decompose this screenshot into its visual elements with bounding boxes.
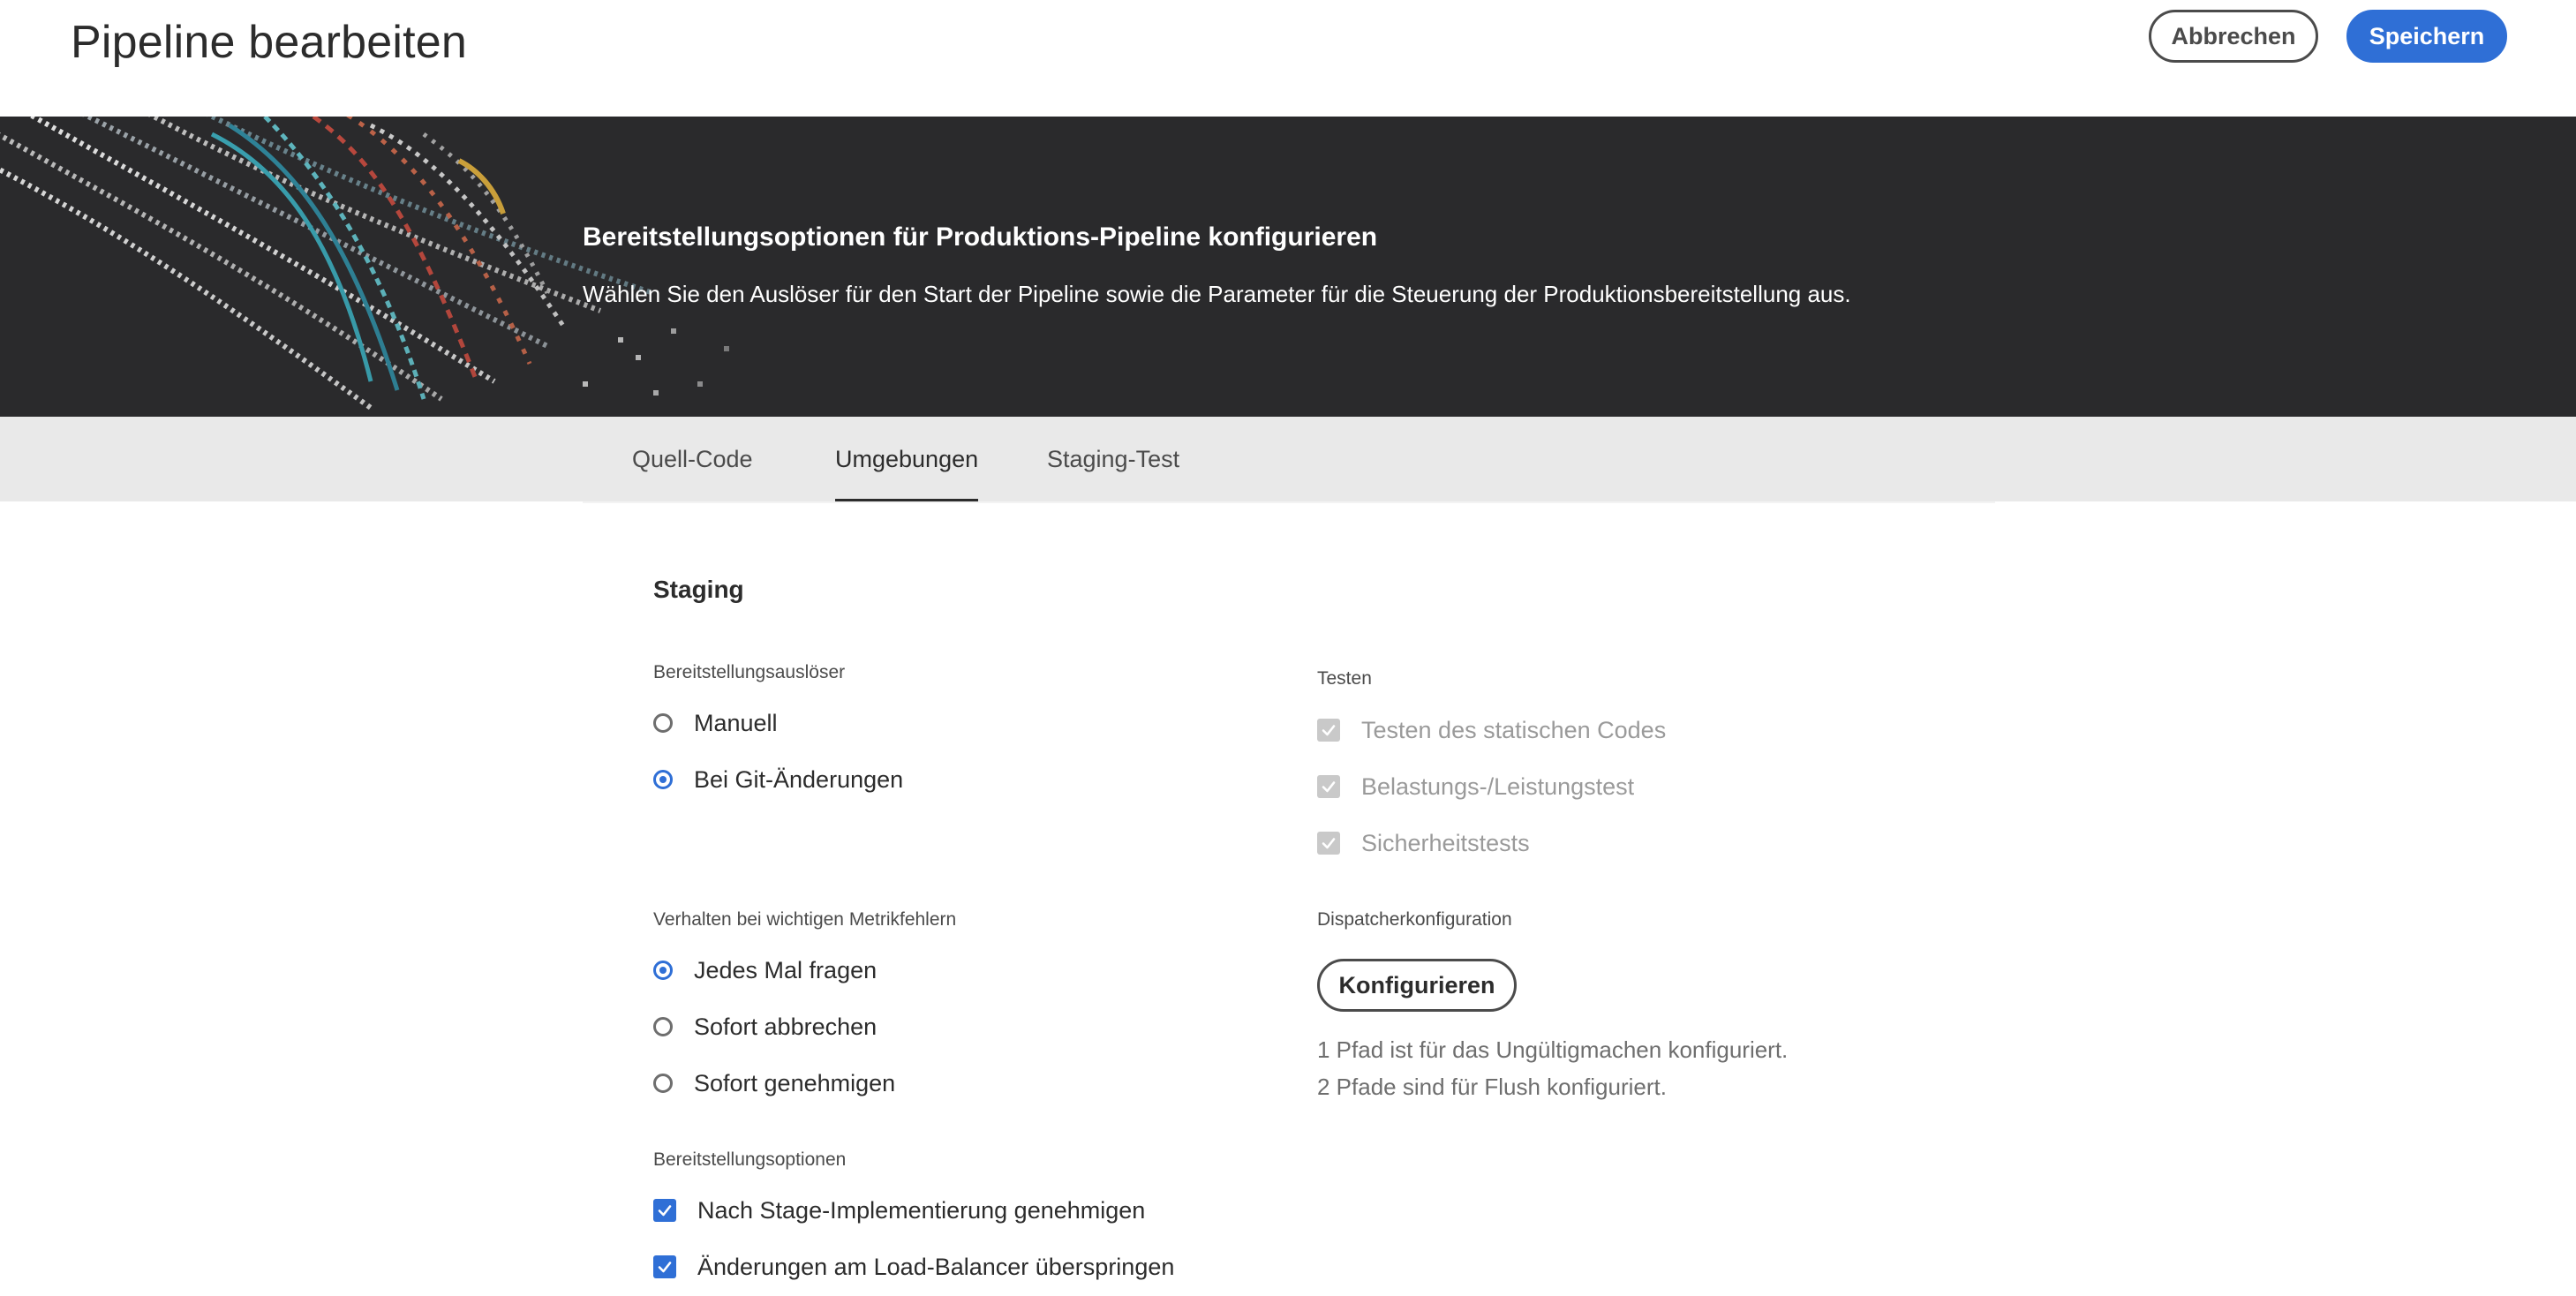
testing-label: Testen xyxy=(1317,668,1372,689)
hero-banner: Bereitstellungsoptionen für Produktions-… xyxy=(0,117,2576,417)
checkbox-skip-load-balancer[interactable]: Änderungen am Load-Balancer überspringen xyxy=(653,1249,1174,1285)
checkbox-label: Nach Stage-Implementierung genehmigen xyxy=(697,1196,1146,1224)
checkbox-box-disabled xyxy=(1317,719,1340,742)
radio-circle[interactable] xyxy=(653,1074,673,1093)
page-header: Pipeline bearbeiten Abbrechen Speichern xyxy=(0,0,2576,117)
tab-quell-code[interactable]: Quell-Code xyxy=(632,417,753,501)
radio-circle[interactable] xyxy=(653,713,673,733)
radio-label: Sofort genehmigen xyxy=(694,1069,896,1096)
checkbox-static-code-test: Testen des statischen Codes xyxy=(1317,712,1666,748)
checkbox-security-tests: Sicherheitstests xyxy=(1317,825,1530,861)
radio-label: Jedes Mal fragen xyxy=(694,956,877,983)
trigger-label: Bereitstellungsauslöser xyxy=(653,662,846,682)
hero-title: Bereitstellungsoptionen für Produktions-… xyxy=(583,222,1378,252)
section-title: Staging xyxy=(653,576,744,603)
radio-cancel-immediately[interactable]: Sofort abbrechen xyxy=(653,1009,877,1044)
radio-circle-selected[interactable] xyxy=(653,770,673,789)
radio-label: Manuell xyxy=(694,709,778,736)
checkmark-icon xyxy=(1322,838,1336,849)
radio-label: Sofort abbrechen xyxy=(694,1013,877,1040)
checkbox-label: Belastungs-/Leistungstest xyxy=(1361,772,1635,800)
checkmark-icon xyxy=(658,1262,672,1273)
radio-git-changes[interactable]: Bei Git-Änderungen xyxy=(653,762,903,797)
checkbox-label: Änderungen am Load-Balancer überspringen xyxy=(697,1253,1175,1280)
dispatcher-label: Dispatcherkonfiguration xyxy=(1317,909,1512,930)
checkbox-box-checked[interactable] xyxy=(653,1255,676,1278)
radio-approve-immediately[interactable]: Sofort genehmigen xyxy=(653,1066,895,1101)
tab-bar: Quell-Code Umgebungen Staging-Test xyxy=(583,417,1995,503)
radio-manual[interactable]: Manuell xyxy=(653,705,778,741)
radio-circle[interactable] xyxy=(653,1017,673,1036)
checkbox-label: Sicherheitstests xyxy=(1361,829,1530,856)
hero-subtitle: Wählen Sie den Auslöser für den Start de… xyxy=(583,281,1851,307)
hero-artwork xyxy=(0,117,847,417)
checkmark-icon xyxy=(1322,781,1336,793)
configure-button[interactable]: Konfigurieren xyxy=(1317,959,1517,1012)
checkmark-icon xyxy=(658,1205,672,1217)
checkmark-icon xyxy=(1322,725,1336,736)
dispatcher-info-flush: 2 Pfade sind für Flush konfiguriert. xyxy=(1317,1074,1667,1100)
checkbox-label: Testen des statischen Codes xyxy=(1361,716,1667,743)
checkbox-approve-after-stage[interactable]: Nach Stage-Implementierung genehmigen xyxy=(653,1193,1145,1228)
deploy-options-label: Bereitstellungsoptionen xyxy=(653,1149,847,1170)
tab-umgebungen[interactable]: Umgebungen xyxy=(835,417,979,501)
checkbox-box-disabled xyxy=(1317,775,1340,798)
checkbox-load-performance-test: Belastungs-/Leistungstest xyxy=(1317,769,1634,804)
dispatcher-info-invalidate: 1 Pfad ist für das Ungültigmachen konfig… xyxy=(1317,1036,1789,1063)
metric-label: Verhalten bei wichtigen Metrikfehlern xyxy=(653,909,957,930)
checkbox-box-checked[interactable] xyxy=(653,1199,676,1222)
radio-ask-every-time[interactable]: Jedes Mal fragen xyxy=(653,953,877,988)
radio-label: Bei Git-Änderungen xyxy=(694,765,904,793)
tab-staging-test[interactable]: Staging-Test xyxy=(1047,417,1179,501)
checkbox-box-disabled xyxy=(1317,832,1340,855)
radio-circle-selected[interactable] xyxy=(653,961,673,980)
save-button[interactable]: Speichern xyxy=(2346,10,2507,63)
page-title: Pipeline bearbeiten xyxy=(71,17,468,68)
cancel-button[interactable]: Abbrechen xyxy=(2149,10,2318,63)
